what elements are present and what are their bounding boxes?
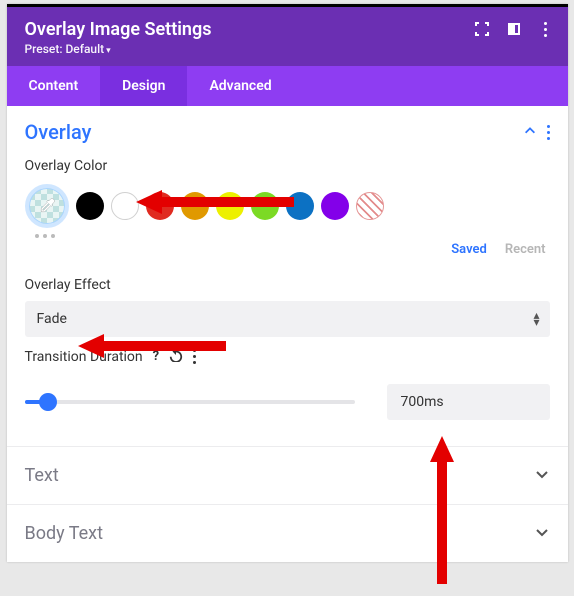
chevron-up-icon[interactable] [523, 123, 537, 142]
swatch-more-icon[interactable] [35, 234, 550, 238]
recent-tab[interactable]: Recent [505, 242, 546, 257]
slider-thumb[interactable] [39, 393, 57, 411]
duration-more-icon[interactable] [193, 349, 196, 364]
focus-mode-icon[interactable] [474, 21, 490, 37]
tab-advanced[interactable]: Advanced [187, 66, 293, 106]
help-icon[interactable]: ? [153, 349, 159, 364]
overlay-color-label: Overlay Color [25, 158, 550, 174]
swatch-purple[interactable] [321, 192, 349, 220]
body-text-accordion-title: Body Text [25, 523, 104, 544]
color-picker-button[interactable] [25, 184, 69, 228]
duration-slider[interactable] [25, 400, 355, 404]
eyedropper-icon [37, 196, 57, 216]
header-more-icon[interactable] [538, 22, 554, 37]
swatch-red[interactable] [146, 192, 174, 220]
select-updown-icon: ▴▾ [533, 312, 539, 326]
body-text-accordion[interactable]: Body Text [7, 505, 568, 562]
tab-content[interactable]: Content [7, 66, 101, 106]
overlay-section-header[interactable]: Overlay [25, 120, 550, 144]
text-accordion-title: Text [25, 465, 59, 486]
text-accordion[interactable]: Text [7, 447, 568, 504]
chevron-down-icon [534, 524, 550, 544]
swatch-orange[interactable] [181, 192, 209, 220]
transition-duration-label: Transition Duration [25, 349, 143, 365]
swatch-green[interactable] [251, 192, 279, 220]
overlay-effect-select[interactable]: Fade ▴▾ [25, 301, 550, 337]
swatch-yellow[interactable] [216, 192, 244, 220]
swatch-transparent[interactable] [356, 192, 384, 220]
reset-icon[interactable] [169, 347, 183, 366]
saved-tab[interactable]: Saved [451, 242, 487, 257]
caret-down-icon: ▾ [106, 46, 111, 56]
tabs: Content Design Advanced [7, 66, 568, 106]
section-more-icon[interactable] [547, 125, 550, 140]
preset-label: Preset: Default [25, 42, 105, 56]
preset-dropdown[interactable]: Preset: Default▾ [25, 42, 550, 56]
overlay-section-title: Overlay [25, 120, 92, 144]
overlay-effect-label: Overlay Effect [25, 277, 550, 293]
swatch-black[interactable] [76, 192, 104, 220]
duration-value-input[interactable]: 700ms [387, 384, 550, 420]
chevron-down-icon [534, 466, 550, 486]
settings-title: Overlay Image Settings [25, 19, 550, 40]
swatch-white[interactable] [111, 192, 139, 220]
settings-header: Overlay Image Settings Preset: Default▾ [7, 7, 568, 66]
color-swatch-row [25, 184, 550, 228]
panel-layout-icon[interactable] [506, 21, 522, 37]
tab-design[interactable]: Design [100, 66, 187, 106]
swatch-blue[interactable] [286, 192, 314, 220]
overlay-effect-value: Fade [37, 311, 67, 327]
